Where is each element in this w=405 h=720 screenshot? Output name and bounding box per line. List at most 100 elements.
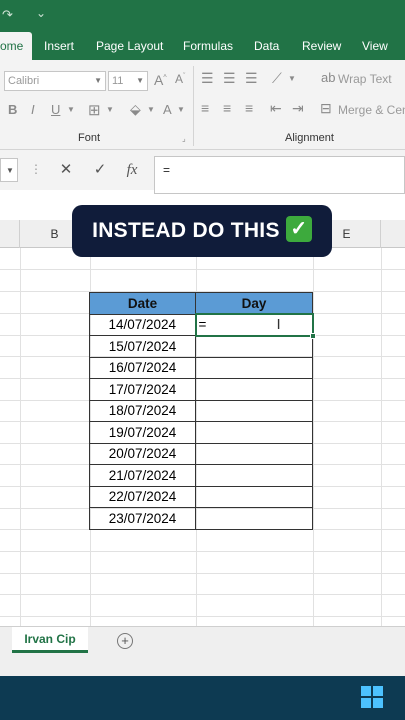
alignment-group-label: Alignment <box>285 132 334 144</box>
table-row: 21/07/2024 <box>89 464 313 487</box>
quick-access-dropdown-icon[interactable]: ⌄ <box>36 6 46 20</box>
chevron-down-icon: ▼ <box>94 76 102 85</box>
check-mark-icon: ✓ <box>285 216 312 243</box>
tab-home[interactable]: ome <box>0 32 32 60</box>
sheet-tab-bar: Irvan Cip + <box>0 626 405 676</box>
table-row: 18/07/2024 <box>89 399 313 422</box>
align-bottom-icon[interactable]: ☰ <box>245 70 258 87</box>
tab-insert[interactable]: Insert <box>44 32 74 60</box>
table-row: 20/07/2024 <box>89 442 313 465</box>
gridline <box>0 551 405 552</box>
table-row: 16/07/2024 <box>89 356 313 379</box>
overlay-text: INSTEAD DO THIS <box>92 219 280 242</box>
taskbar <box>0 676 405 720</box>
date-cell[interactable]: 22/07/2024 <box>89 485 196 508</box>
redo-icon[interactable]: ↷ <box>2 7 13 23</box>
table-header-row: Date Day <box>89 292 313 315</box>
title-bar: ↷ ⌄ <box>0 0 405 32</box>
day-cell[interactable] <box>195 485 313 508</box>
font-size-dropdown[interactable]: 11 ▼ <box>108 71 148 91</box>
date-cell[interactable]: 23/07/2024 <box>89 507 196 530</box>
table-row: 23/07/2024 <box>89 507 313 530</box>
increase-font-size-icon[interactable]: A^ <box>154 72 167 88</box>
date-day-table: Date Day 14/07/2024 = I 15/07/2024 16/07… <box>89 292 316 530</box>
date-cell[interactable]: 21/07/2024 <box>89 464 196 487</box>
day-cell[interactable] <box>195 442 313 465</box>
tab-view[interactable]: View <box>362 32 388 60</box>
day-cell[interactable] <box>195 507 313 530</box>
bold-button[interactable]: B <box>8 102 17 117</box>
column-header-a[interactable] <box>0 220 20 248</box>
align-top-icon[interactable]: ☰ <box>201 70 214 87</box>
sheet-tab[interactable]: Irvan Cip <box>12 627 88 653</box>
header-day[interactable]: Day <box>195 292 313 315</box>
active-day-cell[interactable]: = I <box>194 313 316 339</box>
tab-formulas[interactable]: Formulas <box>183 32 233 60</box>
date-cell[interactable]: 19/07/2024 <box>89 421 196 444</box>
align-middle-icon[interactable]: ☰ <box>223 70 236 87</box>
decrease-font-size-icon[interactable]: Aˇ <box>175 72 185 86</box>
table-row: 17/07/2024 <box>89 378 313 401</box>
table-row: 14/07/2024 = I <box>89 313 316 339</box>
date-cell[interactable]: 20/07/2024 <box>89 442 196 465</box>
font-size-value: 11 <box>112 75 124 87</box>
gridline <box>0 594 405 595</box>
more-options-icon[interactable]: ⋮ <box>30 162 42 176</box>
column-header-f[interactable] <box>381 220 405 248</box>
ribbon-tab-bar: ome Insert Page Layout Formulas Data Rev… <box>0 32 405 60</box>
font-name-value: Calibri <box>8 75 40 87</box>
decrease-indent-icon[interactable]: ⇤ <box>270 100 282 117</box>
text-cursor-icon: I <box>276 316 281 333</box>
borders-icon[interactable]: ⊞ <box>88 101 101 119</box>
align-left-icon[interactable]: ≡ <box>201 100 209 116</box>
italic-button[interactable]: I <box>31 102 35 117</box>
date-cell[interactable]: 18/07/2024 <box>89 399 196 422</box>
wrap-text-icon[interactable]: ab <box>321 70 335 85</box>
day-cell[interactable] <box>195 378 313 401</box>
formula-input[interactable]: = <box>154 156 405 194</box>
fill-color-icon[interactable]: ⬙ <box>130 101 141 118</box>
day-cell[interactable] <box>195 356 313 379</box>
font-dialog-launcher-icon[interactable]: ⌟ <box>182 134 186 143</box>
day-cell[interactable] <box>195 399 313 422</box>
orientation-dropdown-icon[interactable]: ▼ <box>288 74 296 83</box>
day-cell[interactable] <box>195 464 313 487</box>
tab-review[interactable]: Review <box>302 32 341 60</box>
date-cell[interactable]: 14/07/2024 <box>89 313 196 336</box>
font-name-dropdown[interactable]: Calibri ▼ <box>4 71 106 91</box>
fill-color-dropdown-icon[interactable]: ▼ <box>147 105 155 114</box>
insert-function-icon[interactable]: fx <box>118 158 146 182</box>
tab-page-layout[interactable]: Page Layout <box>96 32 163 60</box>
header-date[interactable]: Date <box>89 292 196 315</box>
name-box[interactable]: ▼ <box>0 158 18 182</box>
confirm-entry-icon[interactable]: ✓ <box>86 158 114 182</box>
gridline <box>0 269 405 270</box>
wrap-text-button[interactable]: Wrap Text <box>338 72 392 86</box>
add-sheet-icon[interactable]: + <box>117 633 133 649</box>
align-right-icon[interactable]: ≡ <box>245 100 253 116</box>
chevron-down-icon: ▼ <box>136 76 144 85</box>
gridline <box>0 616 405 617</box>
font-color-dropdown-icon[interactable]: ▼ <box>177 105 185 114</box>
tab-data[interactable]: Data <box>254 32 279 60</box>
merge-center-button[interactable]: Merge & Cen <box>338 103 405 117</box>
orientation-icon[interactable]: ⟋ <box>272 70 282 87</box>
ribbon-divider <box>193 66 194 146</box>
merge-center-icon[interactable]: ⊟ <box>320 100 332 117</box>
increase-indent-icon[interactable]: ⇥ <box>292 100 304 117</box>
windows-start-icon[interactable] <box>361 686 383 708</box>
borders-dropdown-icon[interactable]: ▼ <box>106 105 114 114</box>
date-cell[interactable]: 15/07/2024 <box>89 335 196 358</box>
align-center-icon[interactable]: ≡ <box>223 100 231 116</box>
underline-button[interactable]: U <box>51 102 60 117</box>
fill-handle[interactable] <box>309 332 316 339</box>
cancel-entry-icon[interactable]: ✕ <box>52 158 80 182</box>
date-cell[interactable]: 16/07/2024 <box>89 356 196 379</box>
day-cell[interactable] <box>195 335 313 358</box>
table-row: 19/07/2024 <box>89 421 313 444</box>
day-cell[interactable] <box>195 421 313 444</box>
chevron-down-icon: ▼ <box>6 166 14 175</box>
date-cell[interactable]: 17/07/2024 <box>89 378 196 401</box>
font-color-icon[interactable]: A <box>163 102 172 117</box>
underline-dropdown-icon[interactable]: ▼ <box>67 105 75 114</box>
